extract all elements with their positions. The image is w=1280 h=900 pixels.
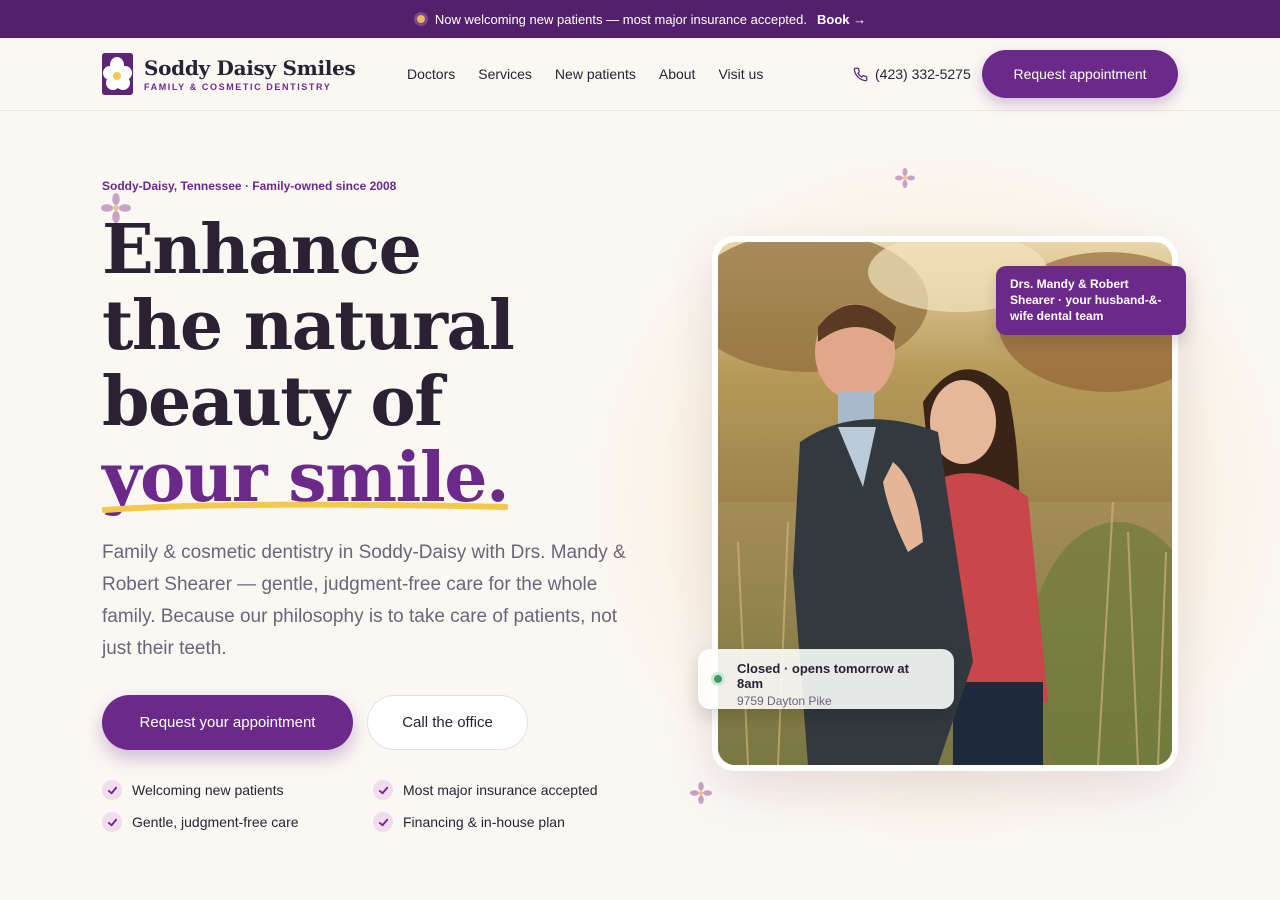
announcement-bar: Now welcoming new patients — most major … — [0, 0, 1280, 38]
office-address: 9759 Dayton Pike — [737, 694, 832, 708]
nav-item-new-patients[interactable]: New patients — [555, 66, 636, 82]
request-your-appointment-button[interactable]: Request your appointment — [102, 695, 353, 750]
check-icon — [102, 812, 122, 832]
office-status-card[interactable]: Closed · opens tomorrow at 8am 9759 Dayt… — [698, 649, 954, 709]
feature-item: Most major insurance accepted — [373, 780, 598, 800]
doctors-caption-badge: Drs. Mandy & Robert Shearer · your husba… — [996, 266, 1186, 335]
daisy-logo-icon — [102, 53, 133, 95]
feature-label: Gentle, judgment-free care — [132, 814, 299, 830]
hero-description: Family & cosmetic dentistry in Soddy-Dai… — [102, 542, 626, 659]
feature-label: Financing & in-house plan — [403, 814, 565, 830]
feature-item: Welcoming new patients — [102, 780, 283, 800]
open-status-dot-icon — [711, 672, 725, 686]
status-dot-icon — [413, 12, 428, 26]
call-office-button[interactable]: Call the office — [367, 695, 528, 750]
underline-swoosh — [102, 501, 509, 513]
hero-eyebrow: Soddy-Daisy, Tennessee · Family-owned si… — [102, 179, 397, 193]
headline-line: beauty of — [102, 362, 444, 442]
brand-tagline: FAMILY & COSMETIC DENTISTRY — [144, 82, 332, 92]
feature-item: Financing & in-house plan — [373, 812, 565, 832]
request-appointment-button[interactable]: Request appointment — [982, 50, 1178, 98]
check-icon — [373, 780, 393, 800]
phone-icon — [853, 67, 868, 81]
nav-item-visit-us[interactable]: Visit us — [718, 66, 763, 82]
feature-label: Most major insurance accepted — [403, 782, 598, 798]
feature-label: Welcoming new patients — [132, 782, 284, 798]
headline-highlight: your smile. — [102, 440, 510, 516]
check-icon — [102, 780, 122, 800]
nav-item-services[interactable]: Services — [478, 66, 532, 82]
nav-item-about[interactable]: About — [659, 66, 696, 82]
sparkle-icon — [690, 782, 712, 804]
main-nav: Doctors Services New patients About Visi… — [407, 66, 763, 82]
nav-item-doctors[interactable]: Doctors — [407, 66, 455, 82]
phone-number: (423) 332-5275 — [875, 66, 971, 82]
check-icon — [373, 812, 393, 832]
brand-name: Soddy Daisy Smiles — [144, 56, 356, 80]
announcement-text: Now welcoming new patients — most major … — [434, 11, 807, 27]
headline-line: the natural — [102, 286, 515, 366]
phone-link[interactable]: (423) 332-5275 — [853, 66, 971, 82]
feature-item: Gentle, judgment-free care — [102, 812, 299, 832]
office-status-text: Closed · opens tomorrow at 8am — [737, 661, 909, 691]
book-link[interactable]: Book → — [817, 12, 866, 27]
hero-headline: Enhance the natural beauty of your smile… — [102, 212, 622, 516]
headline-line: Enhance — [102, 210, 422, 290]
sparkle-icon — [895, 168, 915, 188]
logo[interactable]: Soddy Daisy Smiles FAMILY & COSMETIC DEN… — [102, 53, 356, 95]
site-header: Soddy Daisy Smiles FAMILY & COSMETIC DEN… — [0, 38, 1280, 111]
